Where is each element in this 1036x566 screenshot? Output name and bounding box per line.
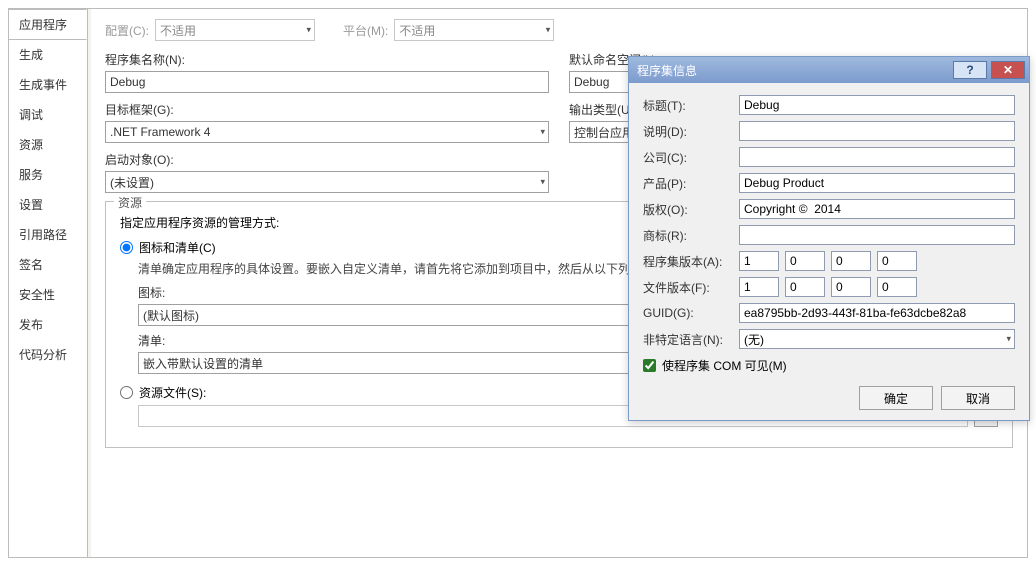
dlg-product-input[interactable] bbox=[739, 173, 1015, 193]
tab-code-analysis[interactable]: 代码分析 bbox=[9, 340, 87, 370]
help-button[interactable]: ? bbox=[953, 61, 987, 79]
tab-resources[interactable]: 资源 bbox=[9, 130, 87, 160]
dlg-company-input[interactable] bbox=[739, 147, 1015, 167]
assembly-name-label: 程序集名称(N): bbox=[105, 51, 549, 68]
resources-group-title: 资源 bbox=[114, 194, 146, 211]
dlg-asmver-label: 程序集版本(A): bbox=[643, 253, 739, 270]
dlg-desc-label: 说明(D): bbox=[643, 123, 739, 140]
radio-icon-manifest[interactable] bbox=[120, 241, 133, 254]
target-framework-label: 目标框架(G): bbox=[105, 101, 549, 118]
com-visible-label: 使程序集 COM 可见(M) bbox=[662, 357, 787, 374]
ok-button[interactable]: 确定 bbox=[859, 386, 933, 410]
com-visible-checkbox[interactable] bbox=[643, 359, 656, 372]
dlg-copyright-input[interactable] bbox=[739, 199, 1015, 219]
target-framework-select[interactable] bbox=[105, 121, 549, 143]
dlg-guid-input[interactable] bbox=[739, 303, 1015, 323]
assembly-info-dialog: 程序集信息 ? ✕ 标题(T): 说明(D): 公司(C): 产品(P): 版权… bbox=[628, 56, 1030, 421]
radio-resource-file-label: 资源文件(S): bbox=[139, 384, 206, 401]
cancel-button[interactable]: 取消 bbox=[941, 386, 1015, 410]
filever-0[interactable] bbox=[739, 277, 779, 297]
dlg-trademark-label: 商标(R): bbox=[643, 227, 739, 244]
close-button[interactable]: ✕ bbox=[991, 61, 1025, 79]
asmver-3[interactable] bbox=[877, 251, 917, 271]
dlg-company-label: 公司(C): bbox=[643, 149, 739, 166]
dlg-product-label: 产品(P): bbox=[643, 175, 739, 192]
tab-security[interactable]: 安全性 bbox=[9, 280, 87, 310]
filever-1[interactable] bbox=[785, 277, 825, 297]
dlg-title-input[interactable] bbox=[739, 95, 1015, 115]
dlg-guid-label: GUID(G): bbox=[643, 306, 739, 320]
asmver-0[interactable] bbox=[739, 251, 779, 271]
dlg-copyright-label: 版权(O): bbox=[643, 201, 739, 218]
dlg-filever-label: 文件版本(F): bbox=[643, 279, 739, 296]
dlg-title-label: 标题(T): bbox=[643, 97, 739, 114]
tab-signing[interactable]: 签名 bbox=[9, 250, 87, 280]
assembly-name-input[interactable] bbox=[105, 71, 549, 93]
tab-debug[interactable]: 调试 bbox=[9, 100, 87, 130]
tab-build-events[interactable]: 生成事件 bbox=[9, 70, 87, 100]
dlg-trademark-input[interactable] bbox=[739, 225, 1015, 245]
property-tabs: 应用程序 生成 生成事件 调试 资源 服务 设置 引用路径 签名 安全性 发布 … bbox=[9, 9, 87, 557]
radio-icon-manifest-label: 图标和清单(C) bbox=[139, 239, 216, 256]
filever-3[interactable] bbox=[877, 277, 917, 297]
config-select bbox=[155, 19, 315, 41]
tab-application[interactable]: 应用程序 bbox=[9, 9, 87, 40]
config-label: 配置(C): bbox=[105, 22, 149, 39]
tab-settings[interactable]: 设置 bbox=[9, 190, 87, 220]
dlg-lang-select[interactable] bbox=[739, 329, 1015, 349]
asmver-1[interactable] bbox=[785, 251, 825, 271]
platform-select bbox=[394, 19, 554, 41]
dialog-titlebar[interactable]: 程序集信息 ? ✕ bbox=[629, 57, 1029, 83]
dialog-title: 程序集信息 bbox=[637, 62, 953, 79]
startup-object-select[interactable] bbox=[105, 171, 549, 193]
startup-object-label: 启动对象(O): bbox=[105, 151, 549, 168]
filever-2[interactable] bbox=[831, 277, 871, 297]
asmver-2[interactable] bbox=[831, 251, 871, 271]
tab-publish[interactable]: 发布 bbox=[9, 310, 87, 340]
tab-services[interactable]: 服务 bbox=[9, 160, 87, 190]
tab-build[interactable]: 生成 bbox=[9, 40, 87, 70]
dlg-lang-label: 非特定语言(N): bbox=[643, 331, 739, 348]
platform-label: 平台(M): bbox=[343, 22, 388, 39]
radio-resource-file[interactable] bbox=[120, 386, 133, 399]
dlg-desc-input[interactable] bbox=[739, 121, 1015, 141]
tab-reference-paths[interactable]: 引用路径 bbox=[9, 220, 87, 250]
